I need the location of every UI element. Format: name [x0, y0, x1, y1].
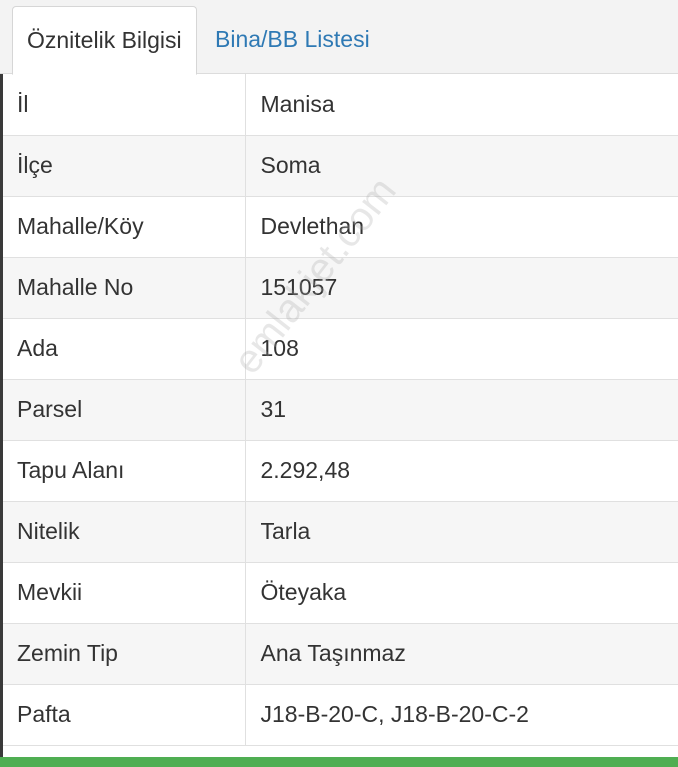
row-value: Öteyaka [245, 562, 678, 624]
table-row: Mahalle/Köy Devlethan [3, 196, 678, 258]
table-row: İl Manisa [3, 74, 678, 136]
row-key: Pafta [3, 684, 246, 746]
bottom-action-bar[interactable] [0, 757, 678, 767]
row-value: Tarla [245, 501, 678, 563]
tab-oznitelik-bilgisi[interactable]: Öznitelik Bilgisi [12, 6, 197, 75]
row-value: J18-B-20-C, J18-B-20-C-2 [245, 684, 678, 746]
table-row: Mevkii Öteyaka [3, 562, 678, 624]
table-row: Pafta J18-B-20-C, J18-B-20-C-2 [3, 684, 678, 746]
table-row: Nitelik Tarla [3, 501, 678, 563]
table-row: Parsel 31 [3, 379, 678, 441]
row-key: Tapu Alanı [3, 440, 246, 502]
table-row: Ada 108 [3, 318, 678, 380]
row-value: Soma [245, 135, 678, 197]
attribute-table: İl Manisa İlçe Soma Mahalle/Köy Devletha… [3, 74, 678, 746]
row-value: 151057 [245, 257, 678, 319]
row-value: 108 [245, 318, 678, 380]
tab-bar: Öznitelik Bilgisi Bina/BB Listesi [0, 0, 678, 75]
row-key: Parsel [3, 379, 246, 441]
table-row: Tapu Alanı 2.292,48 [3, 440, 678, 502]
table-row: Zemin Tip Ana Taşınmaz [3, 623, 678, 685]
row-key: Mevkii [3, 562, 246, 624]
table-row: İlçe Soma [3, 135, 678, 197]
tab-bina-bb-listesi[interactable]: Bina/BB Listesi [201, 6, 384, 74]
row-key: Zemin Tip [3, 623, 246, 685]
row-value: Devlethan [245, 196, 678, 258]
row-key: Nitelik [3, 501, 246, 563]
row-key: İl [3, 74, 246, 136]
row-value: 31 [245, 379, 678, 441]
row-value: Manisa [245, 74, 678, 136]
row-key: Mahalle/Köy [3, 196, 246, 258]
row-key: Mahalle No [3, 257, 246, 319]
row-key: Ada [3, 318, 246, 380]
row-value: Ana Taşınmaz [245, 623, 678, 685]
table-row: Mahalle No 151057 [3, 257, 678, 319]
row-key: İlçe [3, 135, 246, 197]
row-value: 2.292,48 [245, 440, 678, 502]
